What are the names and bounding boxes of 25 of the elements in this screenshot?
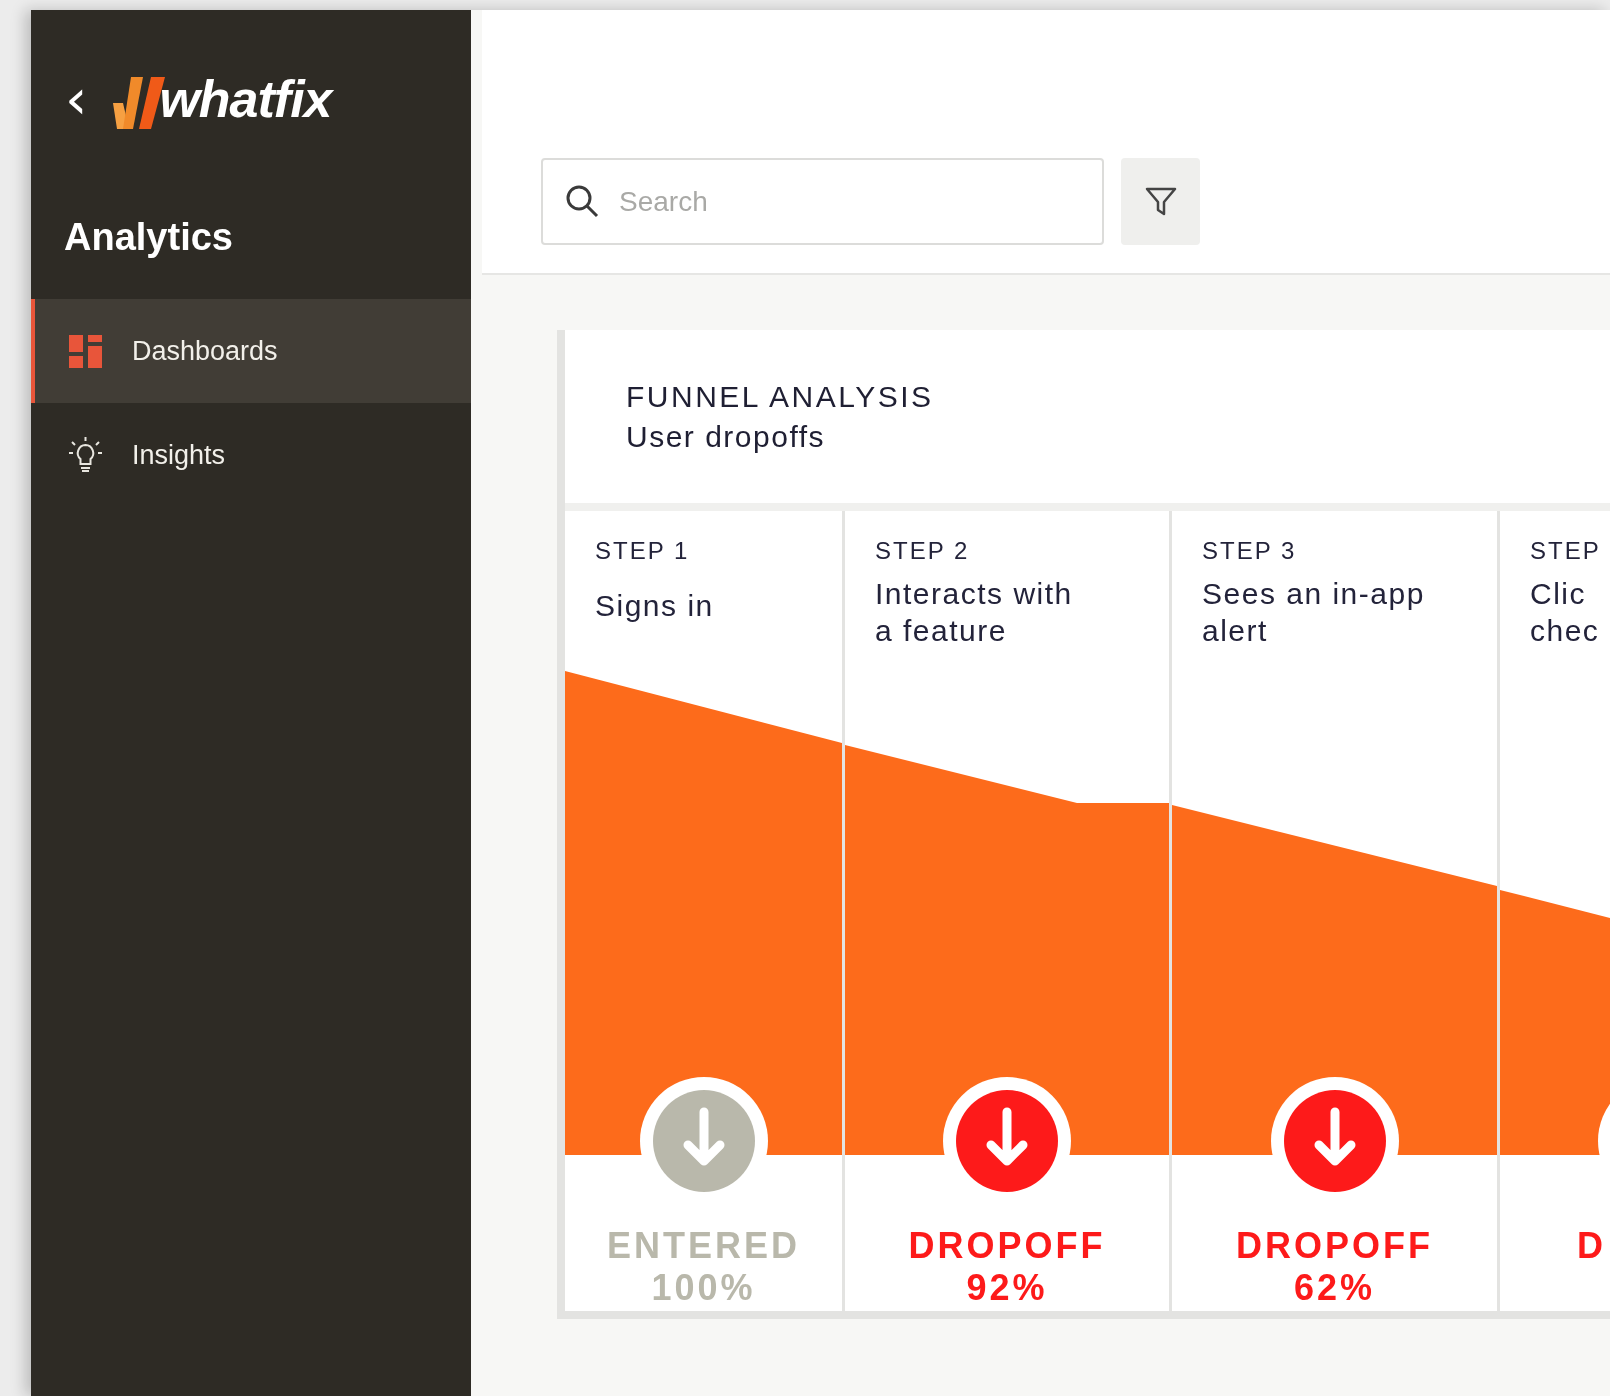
sidebar-item-label: Insights	[132, 439, 226, 471]
step-percent: 100%	[650, 1267, 757, 1309]
step-name: Signs in	[595, 588, 715, 624]
section-title: Analytics	[63, 215, 234, 260]
step-label: STEP 3	[1202, 537, 1298, 565]
back-button[interactable]: ‹	[61, 71, 92, 127]
sidebar-item[interactable]: Insights	[31, 403, 471, 507]
step-status: ENTERED	[606, 1225, 801, 1267]
step-name: Sees an in-app alert	[1202, 576, 1426, 649]
step-percent: 92%	[965, 1267, 1049, 1309]
sidebar-item-label: Dashboards	[132, 335, 278, 367]
step-percent: 62%	[1292, 1267, 1377, 1309]
card-subtitle: User dropoffs	[626, 419, 827, 454]
step-status: DROPOFF	[907, 1225, 1107, 1267]
step-label: STEP 2	[875, 537, 971, 565]
step-label: STEP 1	[595, 537, 691, 565]
card-title: FUNNEL ANALYSIS	[626, 379, 935, 414]
step-name: Clic chec	[1530, 576, 1601, 649]
logo-wordmark: whatfix	[159, 69, 332, 129]
step-name: Interacts with a feature	[875, 576, 1074, 649]
step-status: DROPOFF	[1235, 1225, 1434, 1267]
search-field[interactable]: Search	[541, 158, 1104, 245]
step-status: D	[1576, 1225, 1607, 1267]
sidebar-item[interactable]: Dashboards	[31, 299, 471, 403]
step-label: STEP	[1530, 537, 1602, 565]
